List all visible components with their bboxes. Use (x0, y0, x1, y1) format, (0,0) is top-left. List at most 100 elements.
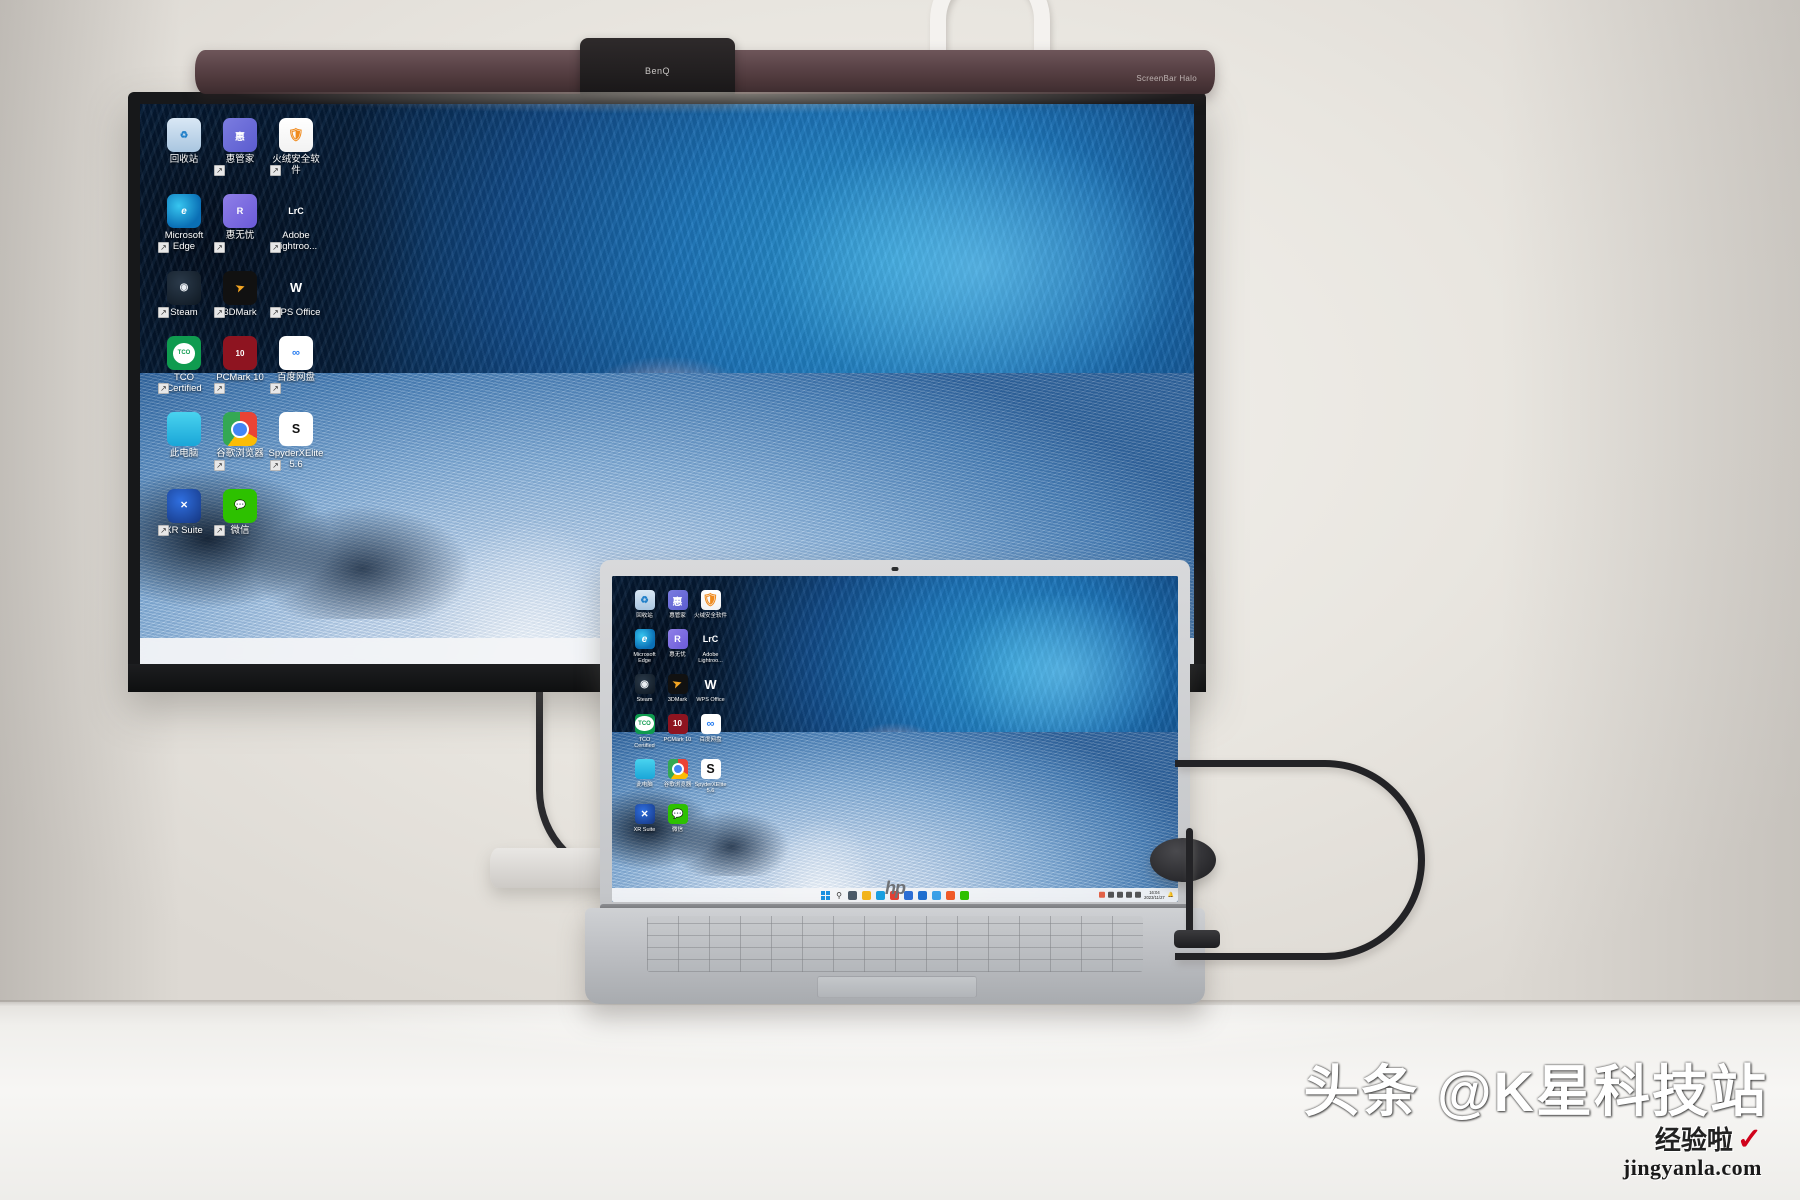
wifi-tray-icon[interactable] (1117, 892, 1124, 898)
wechat-icon[interactable] (223, 488, 257, 523)
huorong-security-icon[interactable] (279, 118, 313, 152)
monitor-desktop-icon-grid[interactable]: 回收站↗惠管家↗火绒安全软件 ↗Microsoft Edge↗惠无忧↗Adobe … (156, 118, 324, 537)
desktop-icon[interactable]: ↗Steam (156, 270, 212, 319)
desktop-icon[interactable]: 回收站 (156, 118, 212, 176)
desktop-icon[interactable]: Microsoft Edge (628, 629, 661, 664)
laptop-taskbar-pinned-apps[interactable] (847, 890, 969, 900)
baidu-netdisk-icon[interactable] (279, 336, 313, 371)
laptop-screen[interactable]: 回收站 惠管家 火绒安全软件 Microsoft Edge 惠无忧 Adobe Light… (612, 576, 1178, 902)
desktop-icon[interactable]: ↗惠管家 (212, 118, 268, 177)
this-pc-icon[interactable] (634, 758, 655, 779)
shortcut-arrow-icon: ↗ (214, 307, 225, 319)
hui-manager-icon[interactable] (667, 590, 688, 610)
wps-office-icon[interactable] (279, 271, 313, 305)
spyderx-elite-icon[interactable] (700, 758, 721, 779)
huiwuyou-icon[interactable] (223, 194, 257, 229)
recycle-bin-icon[interactable] (634, 590, 655, 610)
3dmark-icon[interactable] (223, 270, 257, 305)
desktop-icon[interactable]: ↗百度网盘 (268, 336, 324, 395)
desktop-icon[interactable]: XR Suite (628, 804, 661, 833)
xr-suite-icon[interactable] (634, 804, 655, 825)
adobe-lightroom-classic-icon[interactable] (701, 629, 721, 649)
file-explorer-icon[interactable] (861, 890, 871, 900)
desktop-icon[interactable]: SpyderXElite 5.6 (694, 758, 727, 794)
desktop-icon[interactable]: 火绒安全软件 (694, 590, 727, 619)
spyderx-elite-icon[interactable] (279, 412, 313, 447)
microsoft-edge-icon[interactable] (167, 194, 201, 229)
desktop-icon[interactable]: 3DMark (661, 674, 694, 703)
pcmark-10-icon[interactable] (223, 336, 257, 371)
microsoft-edge-icon[interactable] (875, 890, 885, 900)
photos-icon[interactable] (931, 890, 941, 900)
desktop-icon[interactable]: 微信 (661, 804, 694, 833)
wps-office-icon[interactable] (945, 890, 955, 900)
shortcut-arrow-icon: ↗ (270, 241, 281, 253)
desktop-icon-label: 百度网盘 (276, 372, 315, 384)
baidu-netdisk-icon[interactable] (700, 713, 721, 734)
desktop-icon[interactable]: WPS Office (694, 674, 727, 703)
laptop-touchpad[interactable] (817, 976, 977, 998)
desktop-icon[interactable]: ↗惠无忧 (212, 194, 268, 253)
huiwuyou-icon[interactable] (667, 629, 688, 650)
microsoft-store-icon[interactable] (903, 890, 913, 900)
desktop-icon[interactable]: ↗TCO Certified (156, 336, 212, 395)
desktop-icon[interactable]: Adobe Lightroo... (694, 629, 727, 664)
desktop-icon[interactable]: ↗3DMark (212, 270, 268, 319)
desktop-icon[interactable]: ↗Microsoft Edge (156, 194, 212, 253)
desktop-icon[interactable]: ↗火绒安全软件 (268, 118, 324, 177)
wechat-icon[interactable] (959, 890, 969, 900)
steam-icon[interactable] (167, 270, 201, 305)
adobe-lightroom-classic-icon[interactable] (279, 194, 313, 228)
battery-tray-icon[interactable] (1135, 892, 1142, 898)
pcmark-10-icon[interactable] (667, 713, 688, 734)
mail-icon[interactable] (917, 890, 927, 900)
desktop-icon[interactable]: ↗ 谷歌浏览器 (212, 412, 268, 471)
laptop-keyboard[interactable] (647, 916, 1143, 972)
desktop-icon[interactable]: 此电脑 (156, 412, 212, 470)
desktop-icon[interactable]: TCO Certified (628, 713, 661, 749)
wps-office-icon[interactable] (701, 674, 721, 694)
desktop-icon[interactable]: PCMark 10 (661, 713, 694, 749)
desktop-icon-label: 回收站 (636, 613, 653, 619)
tco-certified-icon[interactable] (634, 713, 655, 734)
task-view-icon[interactable] (847, 890, 857, 900)
desktop-icon[interactable]: 此电脑 (628, 758, 661, 794)
hp-laptop: 回收站 惠管家 火绒安全软件 Microsoft Edge 惠无忧 Adobe Light… (585, 560, 1205, 1030)
this-pc-icon[interactable] (167, 412, 201, 447)
volume-tray-icon[interactable] (1126, 892, 1133, 898)
input-method-tray-icon[interactable] (1108, 892, 1115, 898)
desktop-icon[interactable]: ↗WPS Office (268, 271, 324, 319)
laptop-system-tray[interactable]: 16:04 2023/11/27 🔔 (1099, 890, 1174, 901)
wechat-icon[interactable] (667, 804, 688, 825)
desktop-icon[interactable]: 百度网盘 (694, 713, 727, 749)
recycle-bin-icon[interactable] (167, 118, 201, 152)
desktop-icon[interactable]: ↗微信 (212, 488, 268, 537)
3dmark-icon[interactable] (667, 674, 688, 695)
laptop-desktop-icon-grid[interactable]: 回收站 惠管家 火绒安全软件 Microsoft Edge 惠无忧 Adobe Light… (628, 590, 727, 833)
desktop-icon[interactable]: 惠管家 (661, 590, 694, 619)
desktop-icon[interactable]: 回收站 (628, 590, 661, 619)
google-chrome-icon[interactable] (223, 412, 257, 447)
desktop-icon[interactable]: ↗PCMark 10 (212, 336, 268, 395)
bell-icon[interactable]: 🔔 (1168, 892, 1174, 898)
desktop-icon[interactable]: ↗SpyderXElite 5.6 (268, 412, 324, 471)
tco-certified-icon[interactable] (167, 336, 201, 371)
xr-suite-icon[interactable] (167, 488, 201, 523)
desktop-icon[interactable]: ↗XR Suite (156, 488, 212, 537)
desktop-icon[interactable]: Steam (628, 674, 661, 703)
desktop-icon[interactable]: ↗Adobe Lightroo... (268, 194, 324, 253)
shortcut-arrow-icon: ↗ (158, 307, 169, 319)
windows-logo-icon[interactable] (821, 890, 831, 900)
desktop-icon[interactable]: 惠无忧 (661, 629, 694, 664)
hui-manager-icon[interactable] (223, 118, 257, 152)
desktop-icon[interactable]: 谷歌浏览器 (661, 758, 694, 794)
microsoft-edge-icon[interactable] (634, 629, 655, 650)
shortcut-arrow-icon: ↗ (158, 241, 169, 253)
taskbar-clock[interactable]: 16:04 2023/11/27 (1144, 890, 1165, 901)
huorong-security-icon[interactable] (700, 590, 721, 610)
steam-icon[interactable] (634, 674, 655, 695)
desktop-icon-label: 惠无忧 (669, 652, 686, 659)
search-icon[interactable]: ⚲ (836, 891, 842, 900)
google-chrome-icon[interactable] (667, 758, 688, 779)
huorong-tray-icon[interactable] (1099, 892, 1106, 898)
